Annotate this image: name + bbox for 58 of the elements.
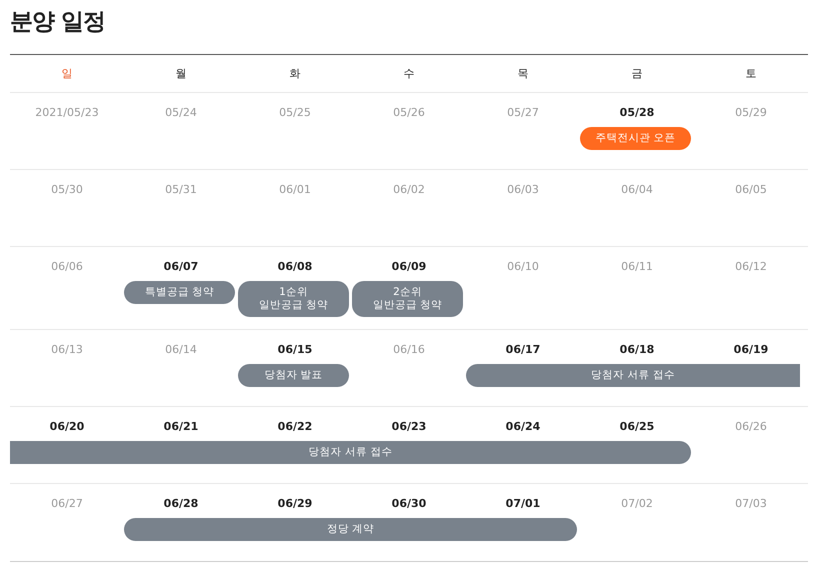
date-label: 06/17 (504, 343, 542, 356)
event-bar[interactable]: 1순위 일반공급 청약 (238, 281, 349, 317)
date-label: 06/24 (504, 420, 542, 433)
date-label: 05/25 (278, 106, 312, 119)
weekday-label: 월 (174, 66, 188, 81)
date-label: 05/29 (734, 106, 768, 119)
date-label: 06/15 (276, 343, 314, 356)
date-label: 06/26 (734, 420, 768, 433)
event-bar[interactable]: 특별공급 청약 (124, 281, 235, 304)
date-label: 06/16 (392, 343, 426, 356)
date-label: 06/20 (48, 420, 86, 433)
date-label: 06/21 (162, 420, 200, 433)
date-label: 06/27 (50, 497, 84, 510)
date-label: 06/03 (506, 183, 540, 196)
event-bar[interactable]: 당첨자 서류 접수 (10, 441, 691, 464)
date-label: 06/28 (162, 497, 200, 510)
date-label: 06/23 (390, 420, 428, 433)
date-label: 06/08 (276, 260, 314, 273)
weekday-label: 금 (630, 66, 644, 81)
date-label: 06/10 (506, 260, 540, 273)
weekday-label: 수 (402, 66, 416, 81)
date-label: 06/06 (50, 260, 84, 273)
date-label: 06/29 (276, 497, 314, 510)
date-label: 07/02 (620, 497, 654, 510)
date-label: 06/13 (50, 343, 84, 356)
date-label: 06/01 (278, 183, 312, 196)
event-bar[interactable]: 당첨자 서류 접수 (466, 364, 800, 387)
weekday-label: 일 (60, 66, 74, 81)
date-label: 05/24 (164, 106, 198, 119)
date-label: 07/03 (734, 497, 768, 510)
date-label: 06/12 (734, 260, 768, 273)
date-label: 05/31 (164, 183, 198, 196)
date-label: 06/19 (732, 343, 770, 356)
page-title: 분양 일정 (10, 8, 106, 37)
date-label: 2021/05/23 (34, 106, 100, 119)
date-label: 06/18 (618, 343, 656, 356)
weekday-label: 목 (516, 66, 530, 81)
event-bar[interactable]: 당첨자 발표 (238, 364, 349, 387)
date-label: 07/01 (504, 497, 542, 510)
date-label: 05/27 (506, 106, 540, 119)
date-label: 06/30 (390, 497, 428, 510)
date-label: 06/04 (620, 183, 654, 196)
date-label: 05/28 (618, 106, 656, 119)
date-label: 06/11 (620, 260, 654, 273)
date-label: 06/05 (734, 183, 768, 196)
date-label: 06/02 (392, 183, 426, 196)
date-label: 05/30 (50, 183, 84, 196)
weekday-label: 토 (744, 66, 758, 81)
weekday-label: 화 (288, 66, 302, 81)
date-label: 06/07 (162, 260, 200, 273)
event-bar[interactable]: 주택전시관 오픈 (580, 127, 691, 150)
date-label: 06/14 (164, 343, 198, 356)
event-bar[interactable]: 정당 계약 (124, 518, 577, 541)
date-label: 05/26 (392, 106, 426, 119)
event-bar[interactable]: 2순위 일반공급 청약 (352, 281, 463, 317)
date-label: 06/22 (276, 420, 314, 433)
date-label: 06/09 (390, 260, 428, 273)
date-label: 06/25 (618, 420, 656, 433)
